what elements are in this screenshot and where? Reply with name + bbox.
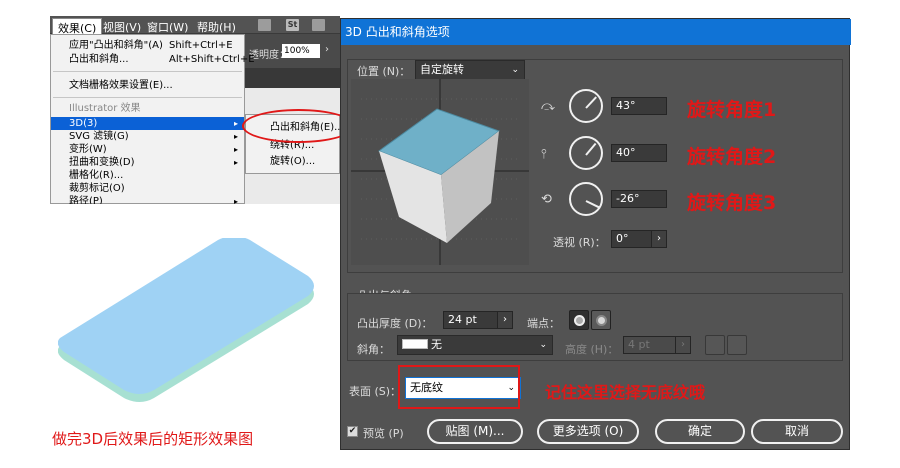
rotate-z-axis-icon: ⟲ xyxy=(541,192,552,207)
chevron-down-icon: ⌄ xyxy=(511,65,519,75)
extrude-depth-input[interactable]: 24 pt xyxy=(443,311,499,329)
bevel-out-button xyxy=(705,335,725,355)
menu-bar: 效果(C) 视图(V) 窗口(W) 帮助(H) St xyxy=(50,16,340,38)
menu-item-crop-marks[interactable]: 裁剪标记(O) xyxy=(51,182,244,195)
height-arrow-icon: › xyxy=(675,336,691,354)
submenu-arrow-icon: ▸ xyxy=(233,119,238,128)
surface-label: 表面 (S)： xyxy=(349,385,402,398)
rotation-annotation-2: 旋转角度2 xyxy=(687,146,777,168)
bevel-label: 斜角： xyxy=(357,343,390,356)
perspective-arrow-icon[interactable]: › xyxy=(651,230,667,248)
opacity-arrow-icon[interactable]: › xyxy=(325,44,329,55)
stock-icon[interactable]: St xyxy=(286,19,299,31)
bevel-in-button xyxy=(727,335,747,355)
highlight-ellipse xyxy=(242,109,355,143)
ok-button[interactable]: 确定 xyxy=(655,419,745,444)
menu-item-apply-extrude[interactable]: 应用"凸出和斜角"(A) Shift+Ctrl+E xyxy=(51,39,244,52)
perspective-label: 透视 (R)： xyxy=(553,236,606,249)
preview-checkbox[interactable]: ✔ xyxy=(347,426,358,437)
opacity-field[interactable]: 100% xyxy=(282,44,320,58)
cube-preview[interactable] xyxy=(351,79,529,265)
rotation-annotation-3: 旋转角度3 xyxy=(687,192,777,214)
perspective-input[interactable]: 0° xyxy=(611,230,653,248)
rotate-x-axis-icon: ⤼ xyxy=(541,99,555,114)
menu-item-raster-settings[interactable]: 文档栅格效果设置(E)... xyxy=(51,79,244,92)
3d-rectangle-result xyxy=(58,238,314,402)
bevel-swatch xyxy=(402,339,428,349)
surface-highlight-box xyxy=(398,365,520,409)
chevron-down-icon: ⌄ xyxy=(539,340,547,350)
result-caption: 做完3D后效果后的矩形效果图 xyxy=(52,430,254,448)
rotation-annotation-1: 旋转角度1 xyxy=(687,99,777,121)
arrange-icon[interactable] xyxy=(312,19,325,31)
rotation-x-input[interactable]: 43° xyxy=(611,97,667,115)
extrude-depth-label: 凸出厚度 (D)： xyxy=(357,317,433,330)
preview-label: 预览 (P) xyxy=(363,427,404,440)
position-dropdown[interactable]: 自定旋转 ⌄ xyxy=(415,60,525,80)
height-input: 4 pt xyxy=(623,336,677,354)
menu-item-3d[interactable]: 3D(3) ▸ xyxy=(51,117,244,130)
menu-item-warp[interactable]: 变形(W) ▸ xyxy=(51,143,244,156)
cancel-button[interactable]: 取消 xyxy=(751,419,843,444)
submenu-item-rotate[interactable]: 旋转(O)... xyxy=(246,155,339,168)
3d-extrude-bevel-dialog: 3D 凸出和斜角选项 位置 (N)： 自定旋转 ⌄ ⤼ 43° 旋转角度1 ⫯ 4… xyxy=(340,18,851,450)
bevel-dropdown[interactable]: 无 ⌄ xyxy=(397,335,553,355)
cap-label: 端点： xyxy=(527,317,560,330)
position-label: 位置 (N)： xyxy=(357,65,411,78)
menu-item-rasterize[interactable]: 栅格化(R)... xyxy=(51,169,244,182)
menu-section-illustrator-effects: Illustrator 效果 xyxy=(69,103,141,114)
cap-on-button[interactable] xyxy=(569,310,589,330)
rotate-y-axis-icon: ⫯ xyxy=(541,147,547,162)
menu-item-distort-transform[interactable]: 扭曲和变换(D) ▸ xyxy=(51,156,244,169)
rotation-y-input[interactable]: 40° xyxy=(611,144,667,162)
menu-item-extrude-bevel[interactable]: 凸出和斜角... Alt+Shift+Ctrl+E xyxy=(51,53,255,66)
rotation-dial-z[interactable] xyxy=(569,182,603,216)
layout-icon[interactable] xyxy=(258,19,271,31)
height-label: 高度 (H)： xyxy=(565,343,619,356)
extrude-depth-arrow-icon[interactable]: › xyxy=(497,311,513,329)
control-bar: 透明度： 100% › xyxy=(245,34,340,88)
surface-annotation: 记住这里选择无底纹哦 xyxy=(545,383,706,402)
effect-dropdown: 应用"凸出和斜角"(A) Shift+Ctrl+E 凸出和斜角... Alt+Shi… xyxy=(50,34,255,204)
rotation-z-input[interactable]: -26° xyxy=(611,190,667,208)
cap-off-button[interactable] xyxy=(591,310,611,330)
rotation-dial-x[interactable] xyxy=(569,89,603,123)
menu-item-svg-filters[interactable]: SVG 滤镜(G) ▸ xyxy=(51,130,244,143)
more-options-button[interactable]: 更多选项 (O) xyxy=(537,419,639,444)
map-button[interactable]: 贴图 (M)... xyxy=(427,419,523,444)
menu-item-path[interactable]: 路径(P) ▸ xyxy=(51,195,244,204)
dialog-title: 3D 凸出和斜角选项 xyxy=(341,19,851,45)
rotation-dial-y[interactable] xyxy=(569,136,603,170)
